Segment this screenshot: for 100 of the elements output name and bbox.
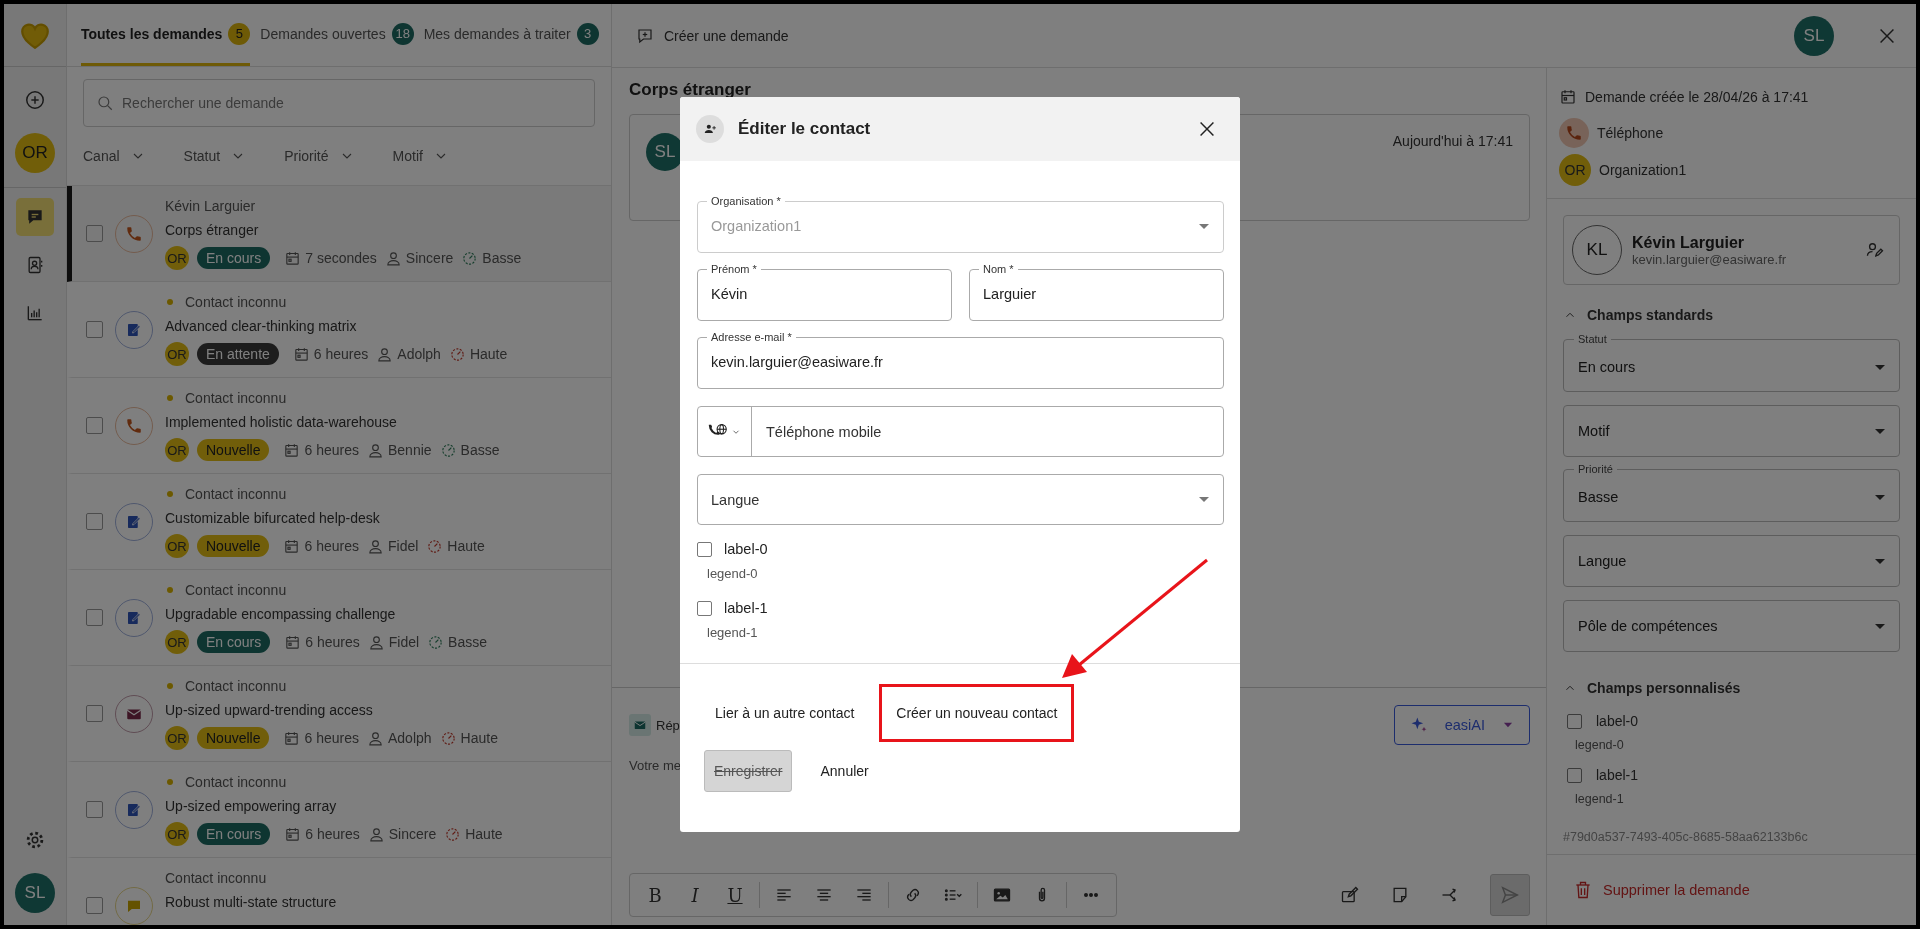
- priority-label: Basse: [482, 250, 522, 266]
- org-avatar: OR: [165, 630, 189, 654]
- contact-name: Contact inconnu: [185, 582, 287, 598]
- checkbox-legend: legend-0: [1575, 738, 1900, 752]
- input-field[interactable]: Prénom * Kévin: [697, 263, 952, 321]
- checkbox[interactable]: [86, 705, 103, 722]
- checkbox[interactable]: [86, 897, 103, 914]
- cancel-button[interactable]: Annuler: [814, 762, 875, 780]
- caret-icon: [1875, 558, 1885, 564]
- contact-name: Contact inconnu: [185, 486, 287, 502]
- select-field[interactable]: Langue: [697, 474, 1224, 525]
- checkbox[interactable]: [86, 417, 103, 434]
- checkbox[interactable]: [86, 513, 103, 530]
- tab[interactable]: Toutes les demandes 5: [81, 4, 251, 66]
- contact-action-button[interactable]: Créer un nouveau contact: [879, 684, 1075, 742]
- select-field[interactable]: Priorité Basse: [1563, 463, 1900, 522]
- checkbox-label: label-1: [1596, 767, 1639, 783]
- count-badge: 5: [228, 22, 251, 45]
- organization-name: Organization1: [1599, 162, 1687, 178]
- message-input[interactable]: Votre me: [629, 758, 682, 773]
- checkbox[interactable]: [1567, 767, 1582, 783]
- calendar-icon: [1559, 88, 1577, 106]
- request-row[interactable]: Contact inconnu Customizable bifurcated help-desk OR Nouvelle 6 heures Fidel Haute: [67, 474, 611, 570]
- tab[interactable]: Mes demandes à traiter 3: [423, 4, 599, 66]
- section-title: Champs standards: [1587, 307, 1714, 323]
- contact-name: Contact inconnu: [185, 294, 287, 310]
- settings-icon[interactable]: [24, 829, 46, 851]
- format-button[interactable]: I: [676, 879, 714, 911]
- filter-dropdown[interactable]: Motif: [392, 148, 449, 164]
- checkbox[interactable]: [86, 225, 103, 242]
- agent-name: Adolph: [397, 346, 441, 362]
- search-field[interactable]: Rechercher une demande: [83, 79, 595, 127]
- agent-name: Sincere: [405, 250, 454, 266]
- checkbox[interactable]: [86, 609, 103, 626]
- request-row[interactable]: Contact inconnu Advanced clear-thinking matrix OR En attente 6 heures Adolph Haute: [67, 282, 611, 378]
- contact-avatar: KL: [1572, 225, 1622, 275]
- delete-request-link[interactable]: Supprimer la demande: [1603, 882, 1750, 898]
- request-row[interactable]: Contact inconnu Implemented holistic data-warehouse OR Nouvelle 6 heures Bennie Basse: [67, 378, 611, 474]
- select-field[interactable]: Langue: [1563, 535, 1900, 587]
- phone-icon: [125, 224, 143, 243]
- contact-action-button[interactable]: Lier à un autre contact: [698, 684, 872, 742]
- agent-name: Fidel: [388, 634, 420, 650]
- request-row[interactable]: Contact inconnu Up-sized empowering array OR En cours 6 heures Sincere Haute: [67, 762, 611, 858]
- input-field[interactable]: Nom * Larguier: [969, 263, 1224, 321]
- filter-dropdown[interactable]: Statut: [183, 148, 247, 164]
- checkbox[interactable]: [1567, 713, 1582, 729]
- nav-item[interactable]: [16, 198, 54, 236]
- filter-dropdown[interactable]: Canal: [83, 148, 146, 164]
- calendar-icon: [284, 249, 302, 267]
- request-row[interactable]: Contact inconnu Robust multi-state structure: [67, 858, 611, 925]
- select-field[interactable]: Motif: [1563, 405, 1900, 457]
- request-row[interactable]: Contact inconnu Up-sized upward-trending access OR Nouvelle 6 heures Adolph Haute: [67, 666, 611, 762]
- edit-contact-icon[interactable]: [1865, 240, 1885, 260]
- format-button[interactable]: B: [636, 879, 674, 911]
- calendar-icon: [283, 729, 301, 747]
- request-title: Upgradable encompassing challenge: [165, 606, 397, 622]
- search-icon: [96, 94, 114, 112]
- agent-icon: [384, 249, 402, 267]
- org-avatar: OR: [165, 726, 189, 750]
- edit-box-icon[interactable]: [1340, 885, 1360, 905]
- org-avatar: OR: [165, 534, 189, 558]
- calendar-icon: [284, 633, 302, 651]
- agent-name: Adolph: [387, 730, 432, 746]
- status-badge: En cours: [197, 247, 271, 269]
- reply-tab[interactable]: Rép: [656, 717, 680, 733]
- request-row[interactable]: Kévin Larguier Corps étranger OR En cours 7 secondes Sincere Basse: [67, 186, 611, 282]
- checkbox-legend: legend-1: [1575, 792, 1900, 806]
- select-field[interactable]: Statut En cours: [1563, 333, 1900, 392]
- add-icon[interactable]: [24, 89, 46, 111]
- request-title: Robust multi-state structure: [165, 894, 337, 910]
- phone-field[interactable]: Téléphone mobile: [697, 406, 1224, 457]
- input-field[interactable]: Adresse e-mail * kevin.larguier@easiware.fr: [697, 331, 1224, 389]
- trash-icon[interactable]: [1573, 880, 1593, 900]
- request-row[interactable]: Contact inconnu Upgradable encompassing challenge OR En cours 6 heures Fidel Basse: [67, 570, 611, 666]
- agent-icon: [366, 729, 384, 747]
- tab[interactable]: Demandes ouvertes 18: [260, 4, 414, 66]
- create-request-button[interactable]: Créer une demande: [664, 27, 789, 44]
- checkbox[interactable]: [697, 541, 712, 557]
- created-date: Demande créée le 28/04/26 à 17:41: [1585, 89, 1809, 105]
- select-field[interactable]: Pôle de compétences: [1563, 600, 1900, 652]
- agent-icon: [366, 537, 384, 555]
- ai-assistant-button[interactable]: easiAI: [1393, 705, 1530, 745]
- checkbox[interactable]: [86, 801, 103, 818]
- request-age: 6 heures: [304, 442, 359, 458]
- contact-name: Kévin Larguier: [1632, 233, 1746, 252]
- org-avatar: OR: [165, 342, 189, 366]
- checkbox-legend: legend-1: [707, 625, 1224, 640]
- caret-icon: [1199, 223, 1209, 229]
- phone-icon: [125, 416, 143, 435]
- filter-dropdown[interactable]: Priorité: [284, 148, 355, 164]
- agent-icon: [366, 441, 384, 459]
- agent-name: Fidel: [387, 538, 419, 554]
- checkbox[interactable]: [86, 321, 103, 338]
- section-title: Champs personnalisés: [1587, 680, 1741, 696]
- checkbox[interactable]: [697, 600, 712, 616]
- modal-title: Éditer le contact: [738, 119, 872, 139]
- agent-name: Bennie: [387, 442, 432, 458]
- format-button[interactable]: U: [716, 879, 754, 911]
- org-avatar: OR: [15, 133, 55, 173]
- contact-email: kevin.larguier@easiware.fr: [1632, 251, 1788, 267]
